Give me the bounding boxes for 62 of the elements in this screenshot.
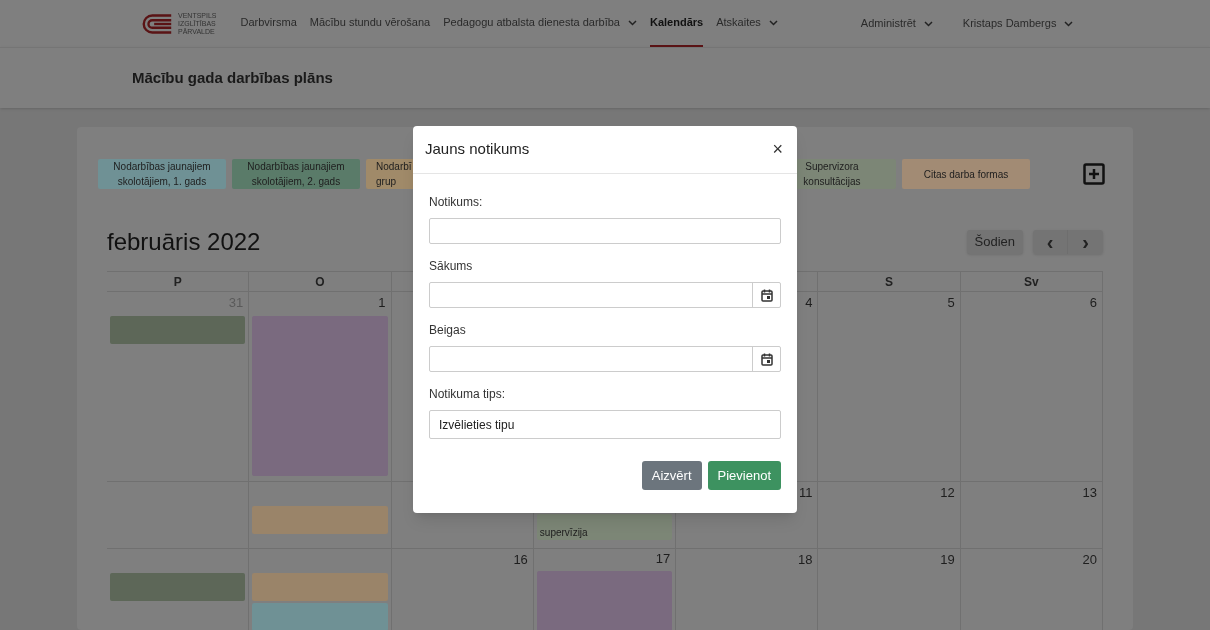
modal-title: Jauns notikums [425, 139, 530, 160]
chevron-down-icon [768, 19, 778, 26]
page-title: Mācību gada darbības plāns [132, 67, 333, 88]
weekday-header: O [249, 272, 392, 292]
day-number: 20 [1082, 551, 1097, 570]
calendar-event[interactable] [252, 506, 388, 534]
day-number: 4 [805, 294, 813, 313]
close-dialog-button[interactable]: Aizvērt [641, 461, 702, 490]
day-number: 19 [940, 551, 955, 570]
chevron-down-icon [923, 20, 933, 27]
calendar-event[interactable] [252, 573, 388, 601]
calendar-event[interactable] [110, 316, 246, 344]
day-cell[interactable]: 12 [818, 482, 961, 549]
field-label: Notikuma tips: [429, 386, 507, 403]
field-label: Beigas [429, 322, 467, 339]
calendar-event[interactable] [110, 573, 246, 601]
day-cell[interactable]: 5 [818, 292, 961, 482]
chevron-down-icon [1064, 20, 1074, 27]
add-icon[interactable] [1083, 163, 1105, 185]
nav-link[interactable]: Atskaites [716, 0, 778, 47]
day-cell[interactable] [249, 482, 392, 549]
day-number: 17 [655, 550, 671, 568]
legend-tag[interactable]: Nodarbības jaunajiem skolotājiem, 1. gads [98, 159, 226, 189]
calendar-event[interactable]: supervīzija [536, 514, 673, 540]
field-label: Notikums: [429, 194, 484, 211]
field-label: Sākums [429, 258, 474, 275]
day-number: 12 [940, 484, 955, 503]
day-number: 18 [797, 551, 813, 570]
nav-link[interactable]: Darbvirsma [240, 0, 297, 47]
weekday-header: S [818, 272, 961, 292]
day-cell[interactable]: 18 [676, 549, 819, 630]
day-cell[interactable]: 17 [533, 549, 677, 630]
add-button[interactable]: Pievienot [707, 461, 781, 490]
day-cell[interactable]: 6 [960, 292, 1103, 482]
chevron-down-icon [628, 19, 637, 26]
nav-menu[interactable]: Administrēt [860, 15, 933, 32]
legend-tag[interactable]: Nodarbības jaunajiem skolotājiem, 2. gads [232, 159, 360, 189]
nav-link[interactable]: Mācību stundu vērošana [309, 0, 431, 47]
day-cell[interactable]: 13 [960, 482, 1103, 549]
day-number: 11 [798, 484, 813, 503]
nav-link[interactable]: Pedagogu atbalsta dienesta darbība [443, 0, 637, 47]
weekday-header: Sv [960, 272, 1103, 292]
next-button[interactable]: › [1068, 230, 1103, 254]
day-cell[interactable]: 19 [818, 549, 961, 630]
today-button[interactable]: Šodien [966, 230, 1023, 254]
day-number: 6 [1089, 294, 1097, 313]
nav-menu[interactable]: Kristaps Dambergs [962, 15, 1074, 32]
day-cell[interactable] [107, 549, 250, 630]
weekday-header: P [107, 272, 250, 292]
day-cell[interactable]: 20 [960, 549, 1103, 630]
type-select[interactable]: Izvēlieties tipu [429, 410, 781, 439]
day-number: 16 [513, 551, 528, 570]
day-number: 13 [1082, 484, 1097, 503]
previous-button[interactable]: ‹ [1033, 230, 1068, 254]
day-cell[interactable] [249, 549, 392, 630]
legend-tag[interactable]: Citas darba formas [902, 159, 1030, 189]
day-number: 1 [378, 294, 386, 313]
month-title: februāris 2022 [107, 227, 261, 257]
day-number: 5 [947, 294, 955, 313]
day-cell[interactable]: 16 [391, 549, 534, 630]
event-input[interactable] [429, 218, 781, 244]
day-cell[interactable]: 1 [249, 292, 392, 482]
